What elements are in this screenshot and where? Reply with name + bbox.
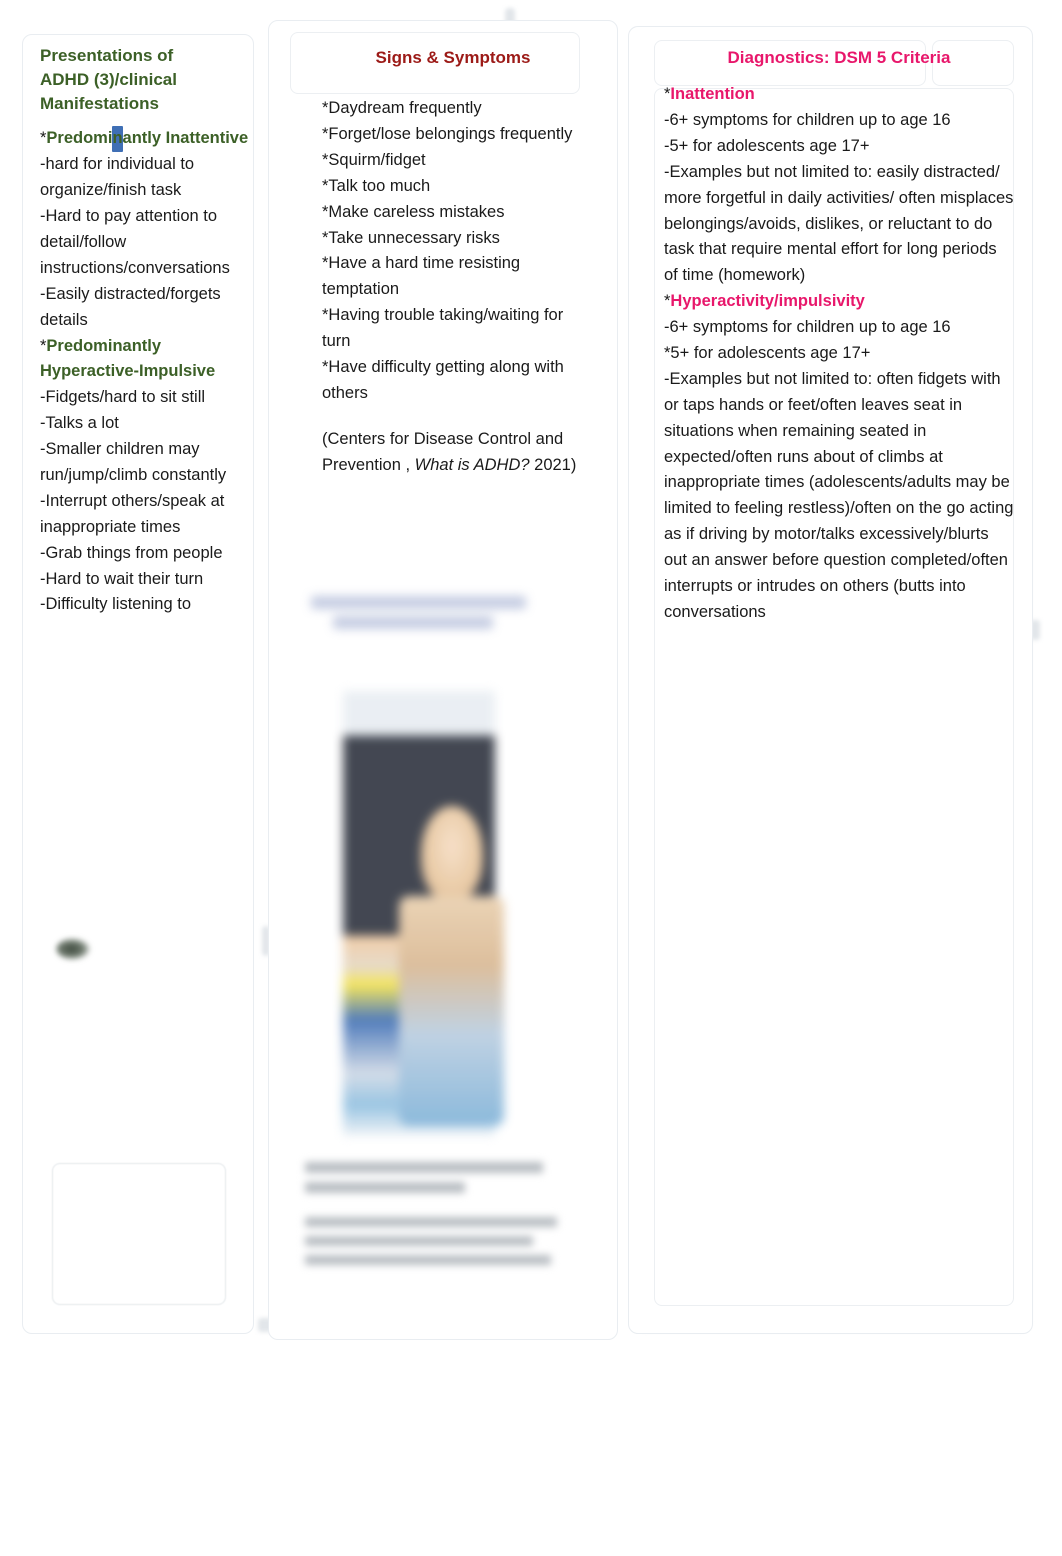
middle-column-body: *Daydream frequently *Forget/lose belong… <box>322 96 584 478</box>
citation-suffix: 2021) <box>529 455 577 474</box>
left-column-body: *Predominantly Inattentive -hard for ind… <box>40 126 258 618</box>
blurred-illustration-region <box>303 596 593 1196</box>
citation: (Centers for Disease Control and Prevent… <box>322 427 584 479</box>
list-item: -Hard to wait their turn <box>40 569 204 588</box>
list-item: *Daydream frequently <box>322 99 482 118</box>
obscured-citation-text <box>305 1162 585 1274</box>
list-item: *Take unnecessary risks <box>322 228 500 247</box>
right-section-1-heading: Inattention <box>670 85 755 104</box>
list-item-clipped: -Examples but not limited to: often fidg… <box>664 369 1014 621</box>
list-item: -Examples but not limited to: easily dis… <box>664 162 1014 285</box>
list-item: -Easily distracted/forgets details <box>40 284 221 329</box>
list-item: *5+ for adolescents age 17+ <box>664 344 871 363</box>
list-item: *Talk too much <box>322 176 431 195</box>
left-section-2-heading-line: *Predominantly Hyperactive-Impulsive <box>40 334 258 386</box>
list-item: -Smaller children may run/jump/climb con… <box>40 440 227 484</box>
obscured-small-graphic <box>56 938 90 960</box>
right-column-title: Diagnostics: DSM 5 Criteria <box>727 48 951 67</box>
left-section-1-heading: Predominantly Inattentive <box>46 126 248 153</box>
list-item: -Grab things from people <box>40 543 223 562</box>
text-cursor-highlight: n <box>112 126 123 153</box>
left-section-2-heading: Predominantly Hyperactive-Impulsive <box>40 336 216 381</box>
list-item: *Forget/lose belongings frequently <box>322 125 573 144</box>
illustration-body <box>399 896 504 1126</box>
list-item-clipped: -Difficulty listening to <box>40 595 192 614</box>
list-item: -5+ for adolescents age 17+ <box>664 136 870 155</box>
right-section-1-heading-line: *Inattention <box>664 82 1014 108</box>
right-section-2-heading-line: *Hyperactivity/impulsivity <box>664 289 1014 315</box>
list-item: -6+ symptoms for children up to age 16 <box>664 318 951 337</box>
list-item: *Have difficulty getting along with othe… <box>322 358 564 402</box>
left-column-content: Presentations of ADHD (3)/clinical Manif… <box>40 44 258 644</box>
list-item: *Squirm/fidget <box>322 150 426 169</box>
left-column-title: Presentations of ADHD (3)/clinical Manif… <box>40 46 177 114</box>
list-item: -hard for individual to organize/finish … <box>40 155 195 200</box>
citation-title: What is ADHD? <box>414 455 530 474</box>
right-column-body: *Inattention -6+ symptoms for children u… <box>664 82 1014 626</box>
list-item: *Make careless mistakes <box>322 202 505 221</box>
empty-content-box[interactable] <box>52 1163 226 1305</box>
left-section-1-heading-line: *Predominantly Inattentive <box>40 126 258 153</box>
middle-column-content: Signs & Symptoms *Daydream frequently *F… <box>322 46 584 546</box>
list-item: -Fidgets/hard to sit still <box>40 388 206 407</box>
list-item: -Talks a lot <box>40 414 119 433</box>
right-column-content: Diagnostics: DSM 5 Criteria *Inattention… <box>664 46 1014 656</box>
list-item: *Having trouble taking/waiting for turn <box>322 306 564 351</box>
right-section-2-heading: Hyperactivity/impulsivity <box>670 292 865 311</box>
list-item: -Hard to pay attention to detail/follow … <box>40 207 230 277</box>
list-item: *Have a hard time resisting temptation <box>322 254 521 299</box>
obscured-blue-heading <box>311 596 561 644</box>
list-item: -Interrupt others/speak at inappropriate… <box>40 491 225 536</box>
middle-column-title: Signs & Symptoms <box>375 48 531 67</box>
illustration-head <box>421 806 483 902</box>
list-item: -6+ symptoms for children up to age 16 <box>664 111 951 130</box>
